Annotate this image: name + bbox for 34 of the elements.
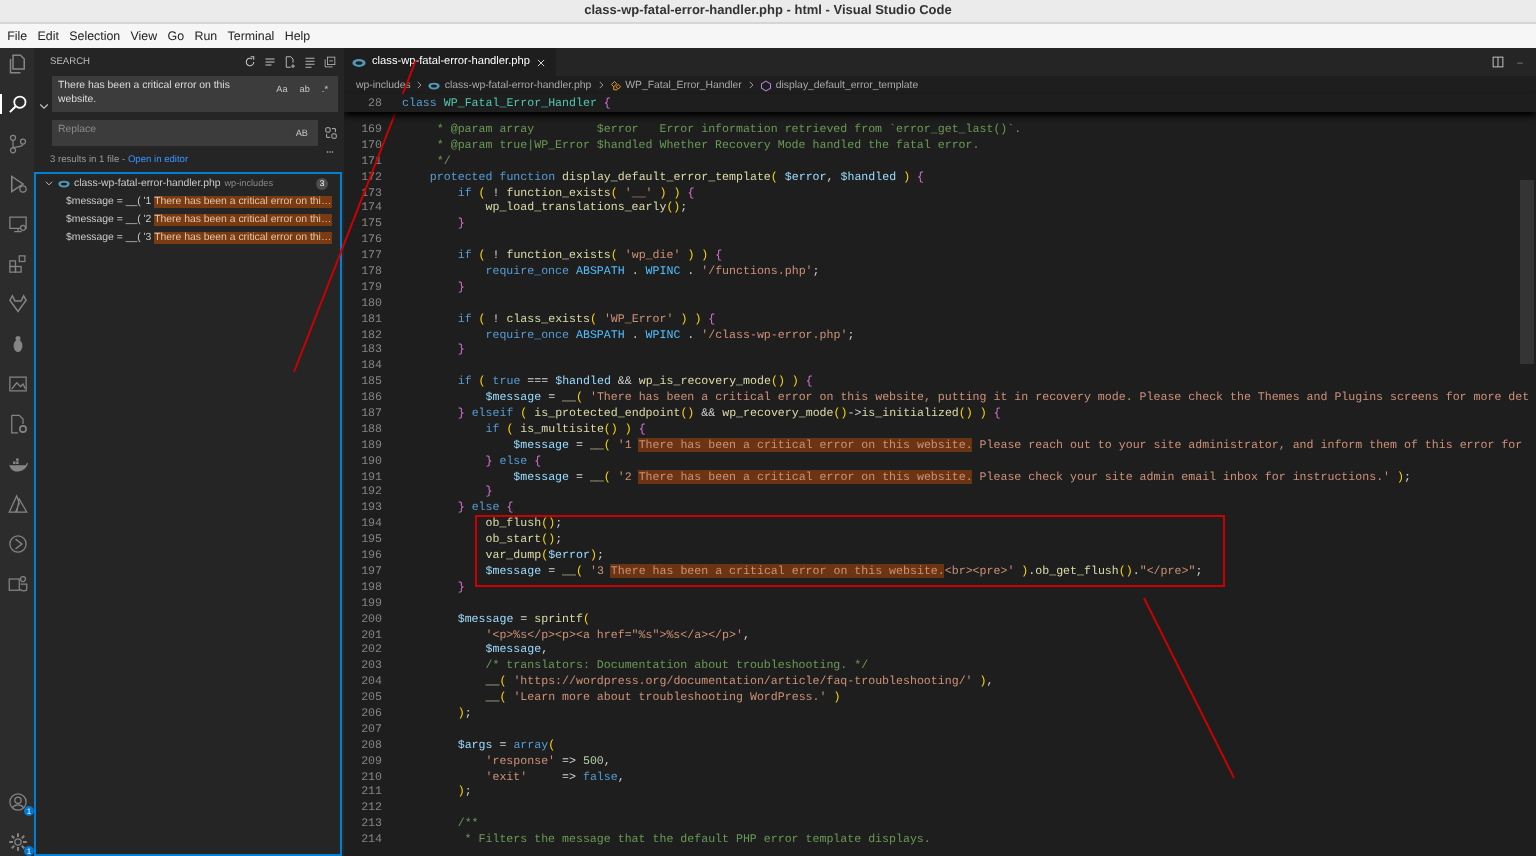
settings-icon[interactable] [8,832,28,852]
people-icon[interactable] [8,574,28,594]
monitor-icon[interactable] [8,214,28,234]
blocks-icon[interactable] [8,254,28,274]
file-gear-icon[interactable] [8,414,28,434]
chevron-down-icon[interactable] [44,178,54,188]
compass-icon[interactable] [8,534,28,554]
refresh-icon[interactable] [244,56,256,68]
chevron-right-icon [745,80,756,90]
new-file-icon[interactable] [284,56,296,68]
bug-icon[interactable] [8,334,28,354]
php-file-icon [428,79,441,91]
close-icon[interactable] [535,57,546,67]
files-icon[interactable] [8,54,28,74]
replace-all-icon[interactable] [324,126,338,140]
php-file-icon [352,55,366,69]
whale-icon[interactable] [8,454,28,474]
search-icon[interactable] [8,94,28,114]
triangle-icon[interactable] [8,494,28,514]
method-icon [759,79,772,91]
split-editor-icon[interactable] [1492,56,1504,68]
class-icon [609,79,622,91]
image-icon[interactable] [8,374,28,394]
run-icon[interactable] [8,174,28,194]
chevron-down-icon[interactable] [38,100,50,112]
chevron-right-icon [595,80,606,90]
account-icon[interactable] [8,792,28,812]
clear-results-icon[interactable] [264,56,276,68]
collapse-all-icon[interactable] [324,56,336,68]
branch-icon[interactable] [8,134,28,154]
list-icon[interactable] [304,56,316,68]
fox-icon[interactable] [8,294,28,314]
php-file-icon [58,177,70,189]
chevron-right-icon [414,80,425,90]
